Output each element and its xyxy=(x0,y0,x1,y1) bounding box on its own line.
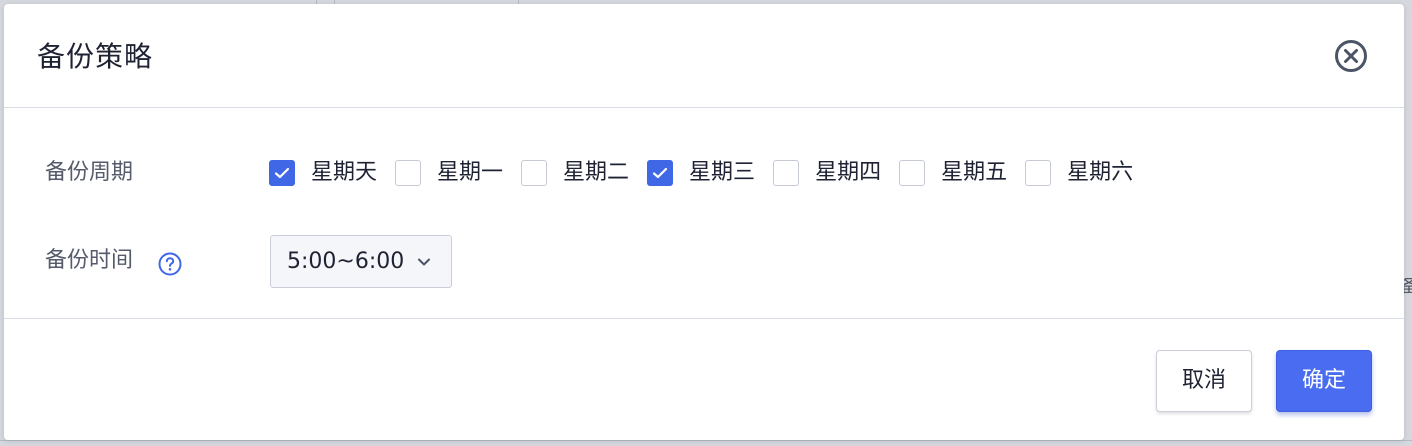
weekday-checkbox-friday[interactable]: 星期五 xyxy=(899,158,1007,188)
weekday-checkbox-monday[interactable]: 星期一 xyxy=(395,158,503,188)
checkbox-box[interactable] xyxy=(395,160,422,186)
backup-time-select[interactable]: 5:00~6:00 xyxy=(270,235,452,288)
weekday-label: 星期天 xyxy=(311,160,378,185)
dialog-title: 备份策略 xyxy=(37,40,154,73)
weekday-label: 星期二 xyxy=(563,160,630,185)
weekday-checkbox-sunday[interactable]: 星期天 xyxy=(269,158,377,188)
confirm-button[interactable]: 确定 xyxy=(1276,350,1372,412)
weekday-label: 星期四 xyxy=(815,160,882,185)
weekday-label: 星期五 xyxy=(941,160,1008,185)
cancel-button[interactable]: 取消 xyxy=(1156,350,1252,412)
checkbox-box[interactable] xyxy=(521,160,548,186)
checkbox-box[interactable] xyxy=(1025,160,1052,186)
checkbox-box[interactable] xyxy=(899,160,926,186)
backup-time-value: 5:00~6:00 xyxy=(287,249,405,274)
chevron-down-icon xyxy=(418,258,430,266)
weekday-checkbox-wednesday[interactable]: 星期三 xyxy=(647,158,755,188)
weekday-checkbox-thursday[interactable]: 星期四 xyxy=(773,158,881,188)
background-divider xyxy=(0,440,1412,441)
backup-time-label: 备份时间 xyxy=(45,248,134,273)
check-icon xyxy=(652,167,668,179)
backup-cycle-label: 备份周期 xyxy=(45,160,134,185)
checkbox-box[interactable] xyxy=(269,160,295,186)
weekday-checkbox-saturday[interactable]: 星期六 xyxy=(1025,158,1133,188)
checkbox-box[interactable] xyxy=(773,160,800,186)
check-icon xyxy=(274,167,290,179)
weekday-label: 星期六 xyxy=(1067,160,1134,185)
close-icon[interactable] xyxy=(1334,39,1368,73)
weekday-checkbox-group: 星期天 星期一 星期二 星期三 星期四 星期五 星期六 xyxy=(269,157,1151,189)
checkbox-box[interactable] xyxy=(647,160,674,186)
backup-policy-dialog: 备份策略 备份周期 星期天 星期一 星期二 星期三 星期四 星期五 星期六 备份… xyxy=(4,4,1404,440)
weekday-checkbox-tuesday[interactable]: 星期二 xyxy=(521,158,629,188)
weekday-label: 星期一 xyxy=(437,160,504,185)
dialog-header: 备份策略 xyxy=(4,4,1404,108)
dialog-body: 备份周期 星期天 星期一 星期二 星期三 星期四 星期五 星期六 备份时间 5:… xyxy=(4,108,1404,319)
question-circle-icon[interactable] xyxy=(158,252,182,276)
weekday-label: 星期三 xyxy=(689,160,756,185)
